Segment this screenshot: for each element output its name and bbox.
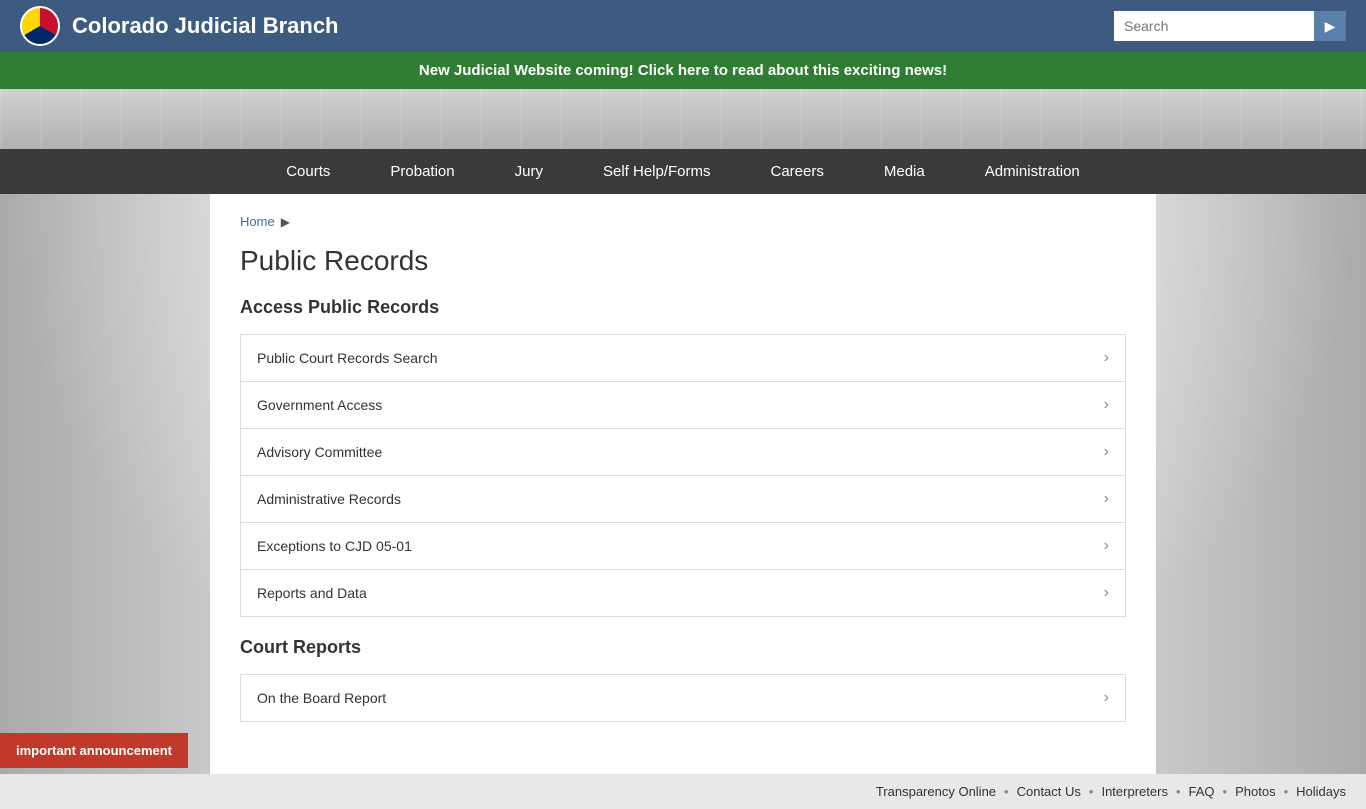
footer-bar: Transparency Online • Contact Us • Inter… xyxy=(0,774,1366,809)
important-announcement-button[interactable]: important announcement xyxy=(0,733,188,768)
breadcrumb: Home ▶ xyxy=(240,214,1126,229)
search-arrow-icon: ▶ xyxy=(1325,18,1336,35)
record-item-public-court[interactable]: Public Court Records Search › xyxy=(240,334,1126,381)
search-button[interactable]: ▶ xyxy=(1314,11,1346,41)
court-reports-heading: Court Reports xyxy=(240,637,1126,662)
chevron-right-icon: › xyxy=(1104,689,1109,707)
announcement-bar[interactable]: New Judicial Website coming! Click here … xyxy=(0,52,1366,89)
announcement-text: New Judicial Website coming! Click here … xyxy=(419,62,947,79)
site-logo xyxy=(20,6,60,46)
nav-item-administration[interactable]: Administration xyxy=(955,149,1110,194)
nav-item-courts[interactable]: Courts xyxy=(256,149,360,194)
footer-link-contact-us[interactable]: Contact Us xyxy=(1017,784,1081,799)
footer-link-photos[interactable]: Photos xyxy=(1235,784,1275,799)
left-column xyxy=(0,194,210,774)
footer-link-holidays[interactable]: Holidays xyxy=(1296,784,1346,799)
search-input[interactable] xyxy=(1114,11,1314,41)
chevron-right-icon: › xyxy=(1104,396,1109,414)
footer-link-transparency[interactable]: Transparency Online xyxy=(876,784,996,799)
court-reports-list: On the Board Report › xyxy=(240,674,1126,722)
record-item-administrative-records[interactable]: Administrative Records › xyxy=(240,475,1126,522)
footer-separator: • xyxy=(1089,784,1094,799)
page-wrapper: Home ▶ Public Records Access Public Reco… xyxy=(0,194,1366,774)
footer-link-faq[interactable]: FAQ xyxy=(1189,784,1215,799)
breadcrumb-home[interactable]: Home xyxy=(240,214,275,229)
court-reports-section: Court Reports On the Board Report › xyxy=(240,637,1126,722)
nav-item-self-help[interactable]: Self Help/Forms xyxy=(573,149,741,194)
record-item-label: Administrative Records xyxy=(257,491,401,507)
record-item-government-access[interactable]: Government Access › xyxy=(240,381,1126,428)
footer-separator: • xyxy=(1223,784,1228,799)
main-content: Home ▶ Public Records Access Public Reco… xyxy=(210,194,1156,774)
chevron-right-icon: › xyxy=(1104,490,1109,508)
main-nav: Courts Probation Jury Self Help/Forms Ca… xyxy=(0,149,1366,194)
record-item-label: Advisory Committee xyxy=(257,444,382,460)
important-announcement-label: important announcement xyxy=(16,743,172,758)
footer-separator: • xyxy=(1176,784,1181,799)
right-column xyxy=(1156,194,1366,774)
record-item-label: On the Board Report xyxy=(257,690,386,706)
record-item-label: Exceptions to CJD 05-01 xyxy=(257,538,412,554)
record-item-label: Government Access xyxy=(257,397,382,413)
nav-item-probation[interactable]: Probation xyxy=(360,149,484,194)
nav-item-careers[interactable]: Careers xyxy=(741,149,854,194)
search-area: ▶ xyxy=(1114,11,1346,41)
breadcrumb-arrow-icon: ▶ xyxy=(281,215,290,229)
footer-separator: • xyxy=(1004,784,1009,799)
site-header: Colorado Judicial Branch ▶ xyxy=(0,0,1366,52)
hero-image xyxy=(0,89,1366,149)
nav-item-media[interactable]: Media xyxy=(854,149,955,194)
record-item-advisory-committee[interactable]: Advisory Committee › xyxy=(240,428,1126,475)
record-item-exceptions-cjd[interactable]: Exceptions to CJD 05-01 › xyxy=(240,522,1126,569)
record-item-label: Reports and Data xyxy=(257,585,367,601)
footer-separator: • xyxy=(1284,784,1289,799)
record-item-label: Public Court Records Search xyxy=(257,350,438,366)
chevron-right-icon: › xyxy=(1104,584,1109,602)
access-records-heading: Access Public Records xyxy=(240,297,1126,322)
record-item-reports-data[interactable]: Reports and Data › xyxy=(240,569,1126,617)
chevron-right-icon: › xyxy=(1104,443,1109,461)
nav-item-jury[interactable]: Jury xyxy=(485,149,573,194)
site-title: Colorado Judicial Branch xyxy=(72,13,339,39)
page-title: Public Records xyxy=(240,245,1126,277)
record-item-on-board-report[interactable]: On the Board Report › xyxy=(240,674,1126,722)
chevron-right-icon: › xyxy=(1104,537,1109,555)
logo-area: Colorado Judicial Branch xyxy=(20,6,339,46)
footer-link-interpreters[interactable]: Interpreters xyxy=(1101,784,1167,799)
chevron-right-icon: › xyxy=(1104,349,1109,367)
access-records-list: Public Court Records Search › Government… xyxy=(240,334,1126,617)
